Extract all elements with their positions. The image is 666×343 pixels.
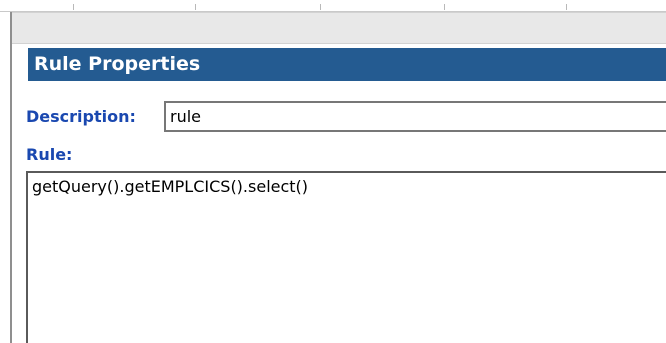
rule-expression-textarea[interactable]: getQuery().getEMPLCICS().select()	[26, 171, 666, 343]
column-divider[interactable]	[566, 4, 567, 10]
column-divider[interactable]	[444, 4, 445, 10]
window-frame-edge	[10, 12, 12, 343]
description-input[interactable]	[164, 101, 666, 132]
description-label: Description:	[26, 107, 136, 126]
rule-editor-window: Rule Properties Description: Rule: getQu…	[0, 0, 666, 343]
column-divider[interactable]	[195, 4, 196, 10]
rule-label: Rule:	[26, 145, 73, 164]
column-header-strip	[0, 0, 666, 12]
toolbar	[10, 12, 666, 44]
panel-title: Rule Properties	[28, 48, 666, 81]
column-divider[interactable]	[73, 4, 74, 10]
column-divider[interactable]	[320, 4, 321, 10]
